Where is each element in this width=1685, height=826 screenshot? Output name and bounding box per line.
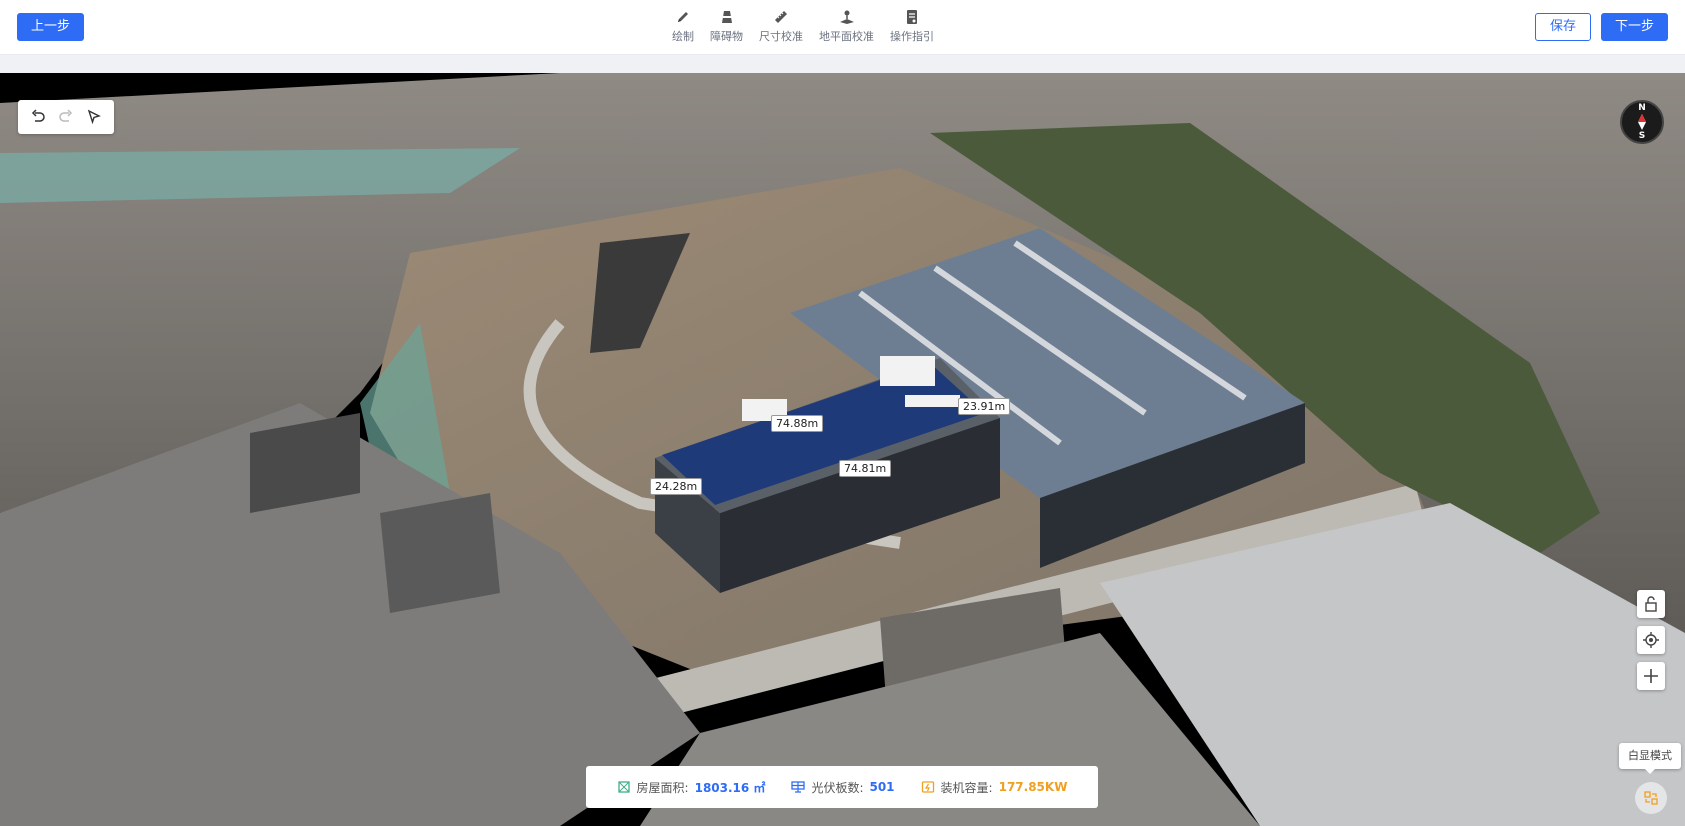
stat-capacity: 装机容量: 177.85KW <box>921 779 1068 796</box>
rooftop-unit <box>880 356 935 386</box>
top-toolbar: 上一步 绘制 障碍物 尺寸校准 地平面校准 操作指引 保存 下一步 <box>0 0 1685 55</box>
stat-area-value: 1803.16 ㎡ <box>694 780 766 795</box>
stat-panels-value: 501 <box>869 780 895 794</box>
tool-guide[interactable]: 操作指引 <box>890 9 934 44</box>
next-step-button[interactable]: 下一步 <box>1601 13 1669 41</box>
plus-icon <box>1644 669 1658 683</box>
dimension-label: 23.91m <box>958 398 1011 415</box>
zoom-in-button[interactable] <box>1637 662 1665 690</box>
locate-icon <box>1643 632 1659 648</box>
guide-icon <box>907 10 917 24</box>
mode-switch-icon <box>1644 791 1658 805</box>
rooftop-unit <box>905 395 960 407</box>
stat-panels: 光伏板数: 501 <box>791 779 895 796</box>
stats-bar: 房屋面积: 1803.16 ㎡ 光伏板数: 501 装机容量: 177.85KW <box>586 766 1098 808</box>
dimension-label: 74.81m <box>839 460 892 477</box>
stat-capacity-value: 177.85KW <box>998 780 1068 794</box>
area-icon <box>617 781 630 793</box>
capacity-icon <box>921 781 934 793</box>
select-button[interactable] <box>83 106 105 128</box>
display-mode-button[interactable] <box>1635 782 1667 814</box>
redo-button[interactable] <box>55 106 77 128</box>
aerial-scene <box>0 73 1685 826</box>
ground-plane-icon <box>839 10 854 24</box>
compass[interactable]: N S <box>1620 100 1664 144</box>
save-button[interactable]: 保存 <box>1535 13 1592 41</box>
stat-area: 房屋面积: 1803.16 ㎡ <box>617 779 766 796</box>
redo-icon <box>59 109 73 122</box>
tool-ground-calibration[interactable]: 地平面校准 <box>819 9 874 44</box>
stat-area-label: 房屋面积: <box>636 780 689 795</box>
tool-ground-calibration-label: 地平面校准 <box>819 30 874 43</box>
unlock-icon <box>1645 596 1657 612</box>
undo-button[interactable] <box>27 106 49 128</box>
dimension-label: 74.88m <box>771 415 824 432</box>
tool-group: 绘制 障碍物 尺寸校准 地平面校准 操作指引 <box>672 9 934 44</box>
tool-size-calibration-label: 尺寸校准 <box>759 30 803 43</box>
stat-panels-label: 光伏板数: <box>811 780 864 795</box>
edit-history-bar <box>18 100 114 134</box>
dimension-label: 24.28m <box>650 478 703 495</box>
tool-draw-label: 绘制 <box>672 30 694 43</box>
lock-view-button[interactable] <box>1637 590 1665 618</box>
undo-icon <box>31 109 45 122</box>
obstacle-icon <box>721 11 732 23</box>
solar-panel-icon <box>791 781 806 793</box>
mode-tooltip: 白显模式 <box>1619 743 1681 774</box>
pencil-icon <box>678 12 688 22</box>
tool-draw[interactable]: 绘制 <box>672 9 694 44</box>
stat-capacity-label: 装机容量: <box>940 780 993 795</box>
prev-step-button[interactable]: 上一步 <box>17 13 85 41</box>
locate-button[interactable] <box>1637 626 1665 654</box>
ruler-icon <box>775 11 787 23</box>
hillside-building <box>380 493 500 613</box>
compass-south: S <box>1638 131 1646 141</box>
tool-obstacle-label: 障碍物 <box>710 30 743 43</box>
cursor-select-icon <box>87 109 101 125</box>
tool-obstacle[interactable]: 障碍物 <box>710 9 743 44</box>
map-viewport[interactable]: N S 74.88m 23.91m 74.81m 24.28m 白显模式 房屋面… <box>0 73 1685 826</box>
tool-guide-label: 操作指引 <box>890 30 934 43</box>
tool-size-calibration[interactable]: 尺寸校准 <box>759 9 803 44</box>
